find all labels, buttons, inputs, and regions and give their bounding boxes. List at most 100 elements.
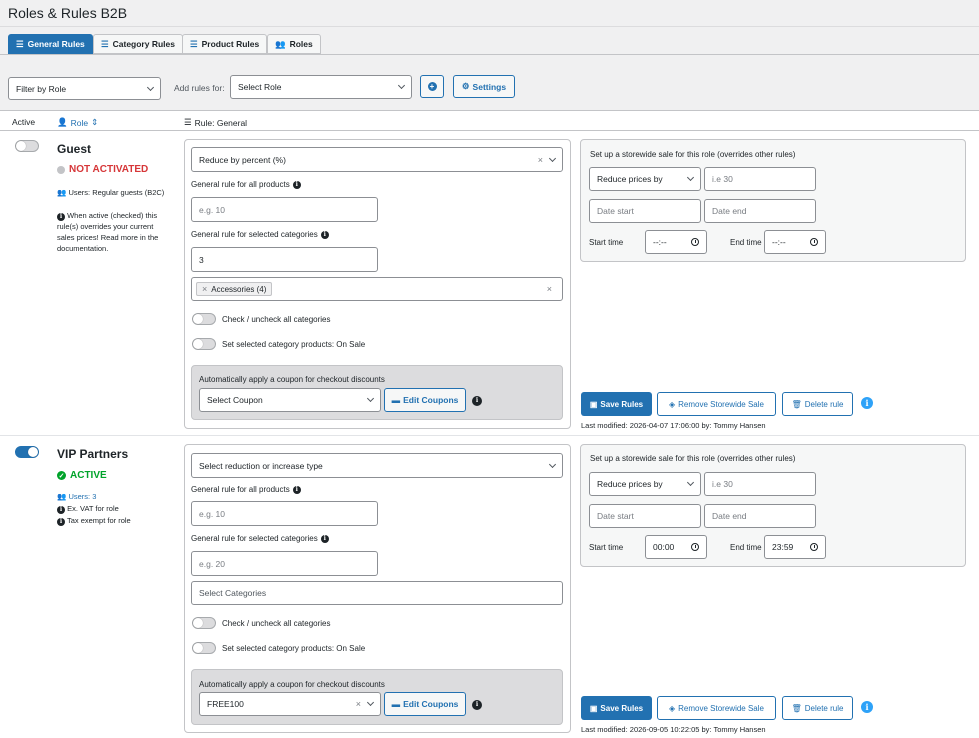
general-all-input[interactable]: e.g. 10 [191,197,378,222]
start-time-input[interactable]: --:-- [645,230,707,254]
settings-button[interactable]: ⚙ Settings [453,75,515,98]
coupon-label: Automatically apply a coupon for checkou… [199,375,385,384]
dot-icon [57,165,65,174]
sort-icon: ⇕ [91,117,99,127]
col-rule: ☰ Rule: General [184,117,248,128]
remove-storewide-sale-button[interactable]: ◈ Remove Storewide Sale [657,392,776,416]
sale-value-input[interactable]: i.e 30 [704,472,816,496]
last-modified: Last modified: 2026-09-05 10:22:05 by: T… [581,725,766,734]
clear-icon[interactable]: × [538,155,543,165]
general-cat-label: General rule for selected categories i [191,534,329,543]
chevron-down-icon [366,698,375,707]
on-sale-toggle[interactable] [192,642,216,654]
users-info: 👥 Users: Regular guests (B2C) [57,188,165,197]
info-icon: i [57,505,65,514]
info-icon[interactable]: i [320,230,329,239]
sliders-icon: ☰ [190,38,198,49]
general-all-label: General rule for all products i [191,485,301,494]
remove-storewide-sale-button[interactable]: ◈ Remove Storewide Sale [657,696,776,720]
chevron-down-icon [146,83,155,91]
info-icon[interactable]: i [472,394,482,406]
chevron-down-icon [548,154,557,162]
info-icon[interactable]: i [292,180,301,189]
edit-coupons-button[interactable]: ▬ Edit Coupons [384,692,466,716]
sliders-icon: ☰ [101,38,109,49]
vat-info: i Ex. VAT for role [57,503,119,514]
users-icon: 👥 [57,188,67,197]
delete-rule-button[interactable]: 🗑 Delete rule [782,392,853,416]
reduce-prices-select[interactable]: Reduce prices by [589,472,701,496]
clock-icon [810,543,818,551]
general-cat-input[interactable]: 3 [191,247,378,272]
check-all-label: Check / uncheck all categories [222,619,331,628]
info-icon[interactable]: i [292,485,301,494]
guest-active-toggle[interactable] [15,140,39,152]
remove-tag-icon[interactable]: × [202,284,207,294]
save-rules-button[interactable]: ▣ Save Rules [581,696,652,720]
users-link[interactable]: 👥 Users: 3 [57,491,96,502]
end-time-label: End time [730,238,762,247]
clear-icon[interactable]: × [356,699,361,709]
sliders-icon: ☰ [16,38,24,49]
tab-general-rules[interactable]: ☰ General Rules [8,34,93,54]
tab-category-rules[interactable]: ☰ Category Rules [93,34,183,54]
clear-icon[interactable]: × [547,284,558,294]
coupon-select[interactable]: Select Coupon [199,388,381,412]
role-name: VIP Partners [57,447,129,461]
ticket-icon: ▬ [391,699,401,709]
chevron-down-icon [397,81,406,90]
on-sale-label: Set selected category products: On Sale [222,340,366,349]
filter-role-select[interactable]: Filter by Role [8,77,161,100]
tab-roles[interactable]: 👥 Roles [267,34,321,54]
chevron-down-icon [686,173,695,182]
sale-value-input[interactable]: i.e 30 [704,167,816,191]
tab-product-rules[interactable]: ☰ Product Rules [182,34,268,54]
col-role[interactable]: 👤 Role ⇕ [57,117,98,128]
reduction-type-select[interactable]: Select reduction or increase type [191,453,563,478]
date-end-input[interactable]: Date end [704,504,816,528]
chevron-down-icon [366,394,375,403]
select-role-dropdown[interactable]: Select Role [230,75,412,99]
info-icon[interactable]: i [472,698,482,710]
status-badge: ✓ ACTIVE [57,470,107,481]
start-time-input[interactable]: 00:00 [645,535,707,559]
reduce-prices-select[interactable]: Reduce prices by [589,167,701,191]
on-sale-label: Set selected category products: On Sale [222,644,366,653]
vip-active-toggle[interactable] [15,446,39,458]
storewide-title: Set up a storewide sale for this role (o… [590,454,796,463]
delete-rule-button[interactable]: 🗑 Delete rule [782,696,853,720]
categories-select[interactable]: Select Categories [191,581,563,605]
eraser-icon: ◈ [669,703,676,713]
add-role-button[interactable]: + [420,75,444,98]
check-all-toggle[interactable] [192,313,216,325]
chevron-down-icon [548,460,557,468]
role-name: Guest [57,142,92,156]
clock-icon [810,238,818,246]
info-icon[interactable]: i [861,397,873,409]
info-icon[interactable]: i [320,534,329,543]
save-icon: ▣ [589,399,598,409]
edit-coupons-button[interactable]: ▬ Edit Coupons [384,388,466,412]
header-divider [0,130,979,131]
categories-select[interactable]: × Accessories (4) × [191,277,563,301]
clock-icon [691,238,699,246]
check-all-toggle[interactable] [192,617,216,629]
save-rules-button[interactable]: ▣ Save Rules [581,392,652,416]
general-cat-input[interactable]: e.g. 20 [191,551,378,576]
date-end-input[interactable]: Date end [704,199,816,223]
reduction-type-select[interactable]: Reduce by percent (%) × [191,147,563,172]
user-icon: 👤 [57,117,68,127]
on-sale-toggle[interactable] [192,338,216,350]
storewide-title: Set up a storewide sale for this role (o… [590,150,796,159]
tab-divider [0,54,979,55]
ticket-icon: ▬ [391,395,401,405]
users-icon: 👥 [57,492,67,501]
info-icon[interactable]: i [861,701,873,713]
coupon-label: Automatically apply a coupon for checkou… [199,680,385,689]
end-time-input[interactable]: 23:59 [764,535,826,559]
date-start-input[interactable]: Date start [589,504,701,528]
date-start-input[interactable]: Date start [589,199,701,223]
end-time-input[interactable]: --:-- [764,230,826,254]
general-all-input[interactable]: e.g. 10 [191,501,378,526]
coupon-select[interactable]: FREE100 × [199,692,381,716]
